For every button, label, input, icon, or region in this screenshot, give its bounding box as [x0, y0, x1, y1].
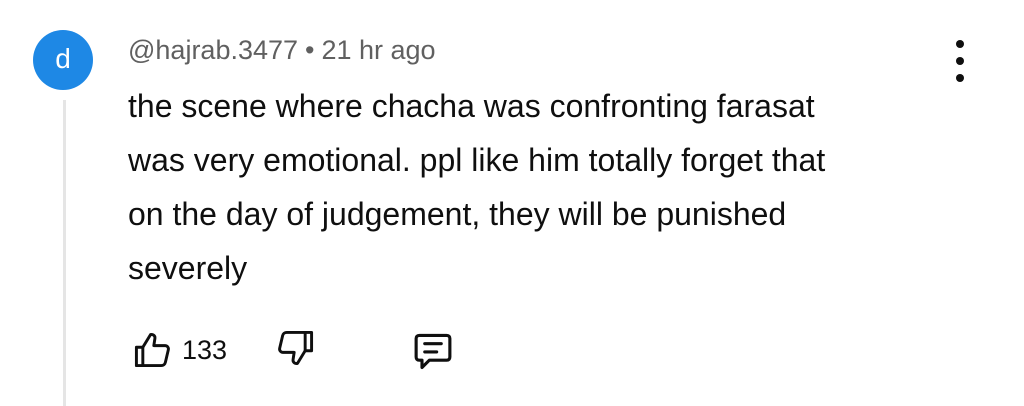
more-vertical-icon-dot: [956, 57, 964, 65]
more-vertical-icon: [956, 40, 964, 48]
more-options-button[interactable]: [946, 40, 974, 82]
comment-line: severely: [128, 250, 248, 286]
thumbs-up-icon: [134, 333, 170, 368]
thumbs-down-icon: [278, 330, 314, 365]
avatar[interactable]: d: [33, 30, 93, 90]
like-count: 133: [182, 334, 228, 365]
comment-line: the scene where chacha was confronting f…: [128, 88, 815, 124]
meta-separator: •: [305, 35, 315, 65]
avatar-letter: d: [55, 43, 71, 74]
like-button[interactable]: 133: [130, 326, 227, 374]
comment-time[interactable]: 21 hr ago: [321, 35, 435, 65]
comment-line: on the day of judgement, they will be pu…: [128, 196, 787, 232]
reply-button[interactable]: [410, 329, 458, 373]
comment-reply-icon: [414, 333, 452, 370]
author-handle[interactable]: @hajrab.3477: [128, 35, 298, 65]
comment-text: the scene where chacha was confronting f…: [128, 79, 968, 295]
dislike-button[interactable]: [274, 326, 322, 374]
thread-line: [63, 100, 66, 406]
comment-line: was very emotional. ppl like him totally…: [128, 142, 826, 178]
comment-meta: @hajrab.3477 • 21 hr ago: [128, 32, 436, 68]
